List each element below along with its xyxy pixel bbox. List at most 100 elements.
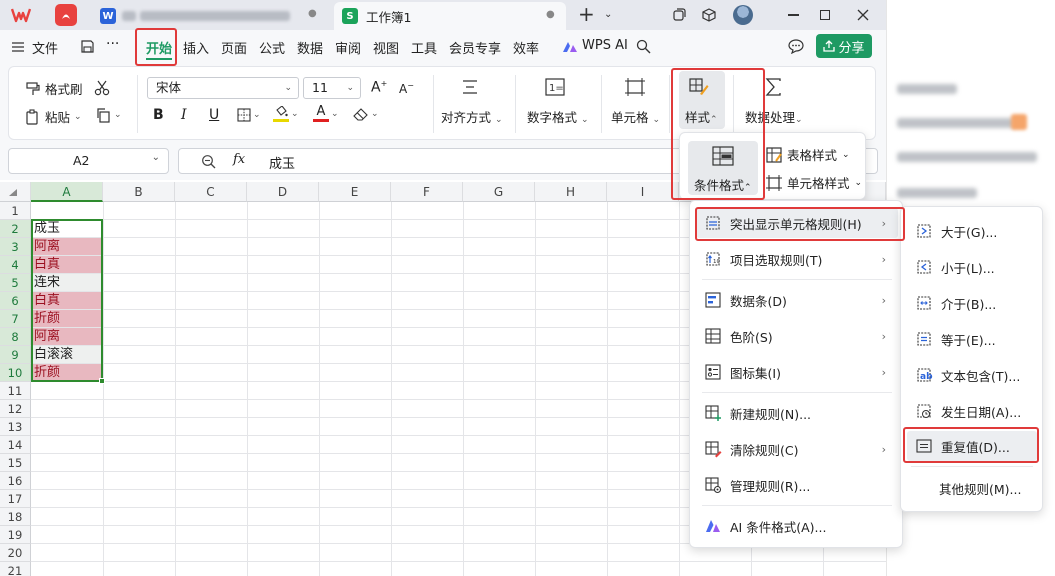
row-header-3[interactable]: 3 [0,238,31,256]
restore-window-icon[interactable] [664,0,694,30]
wps-logo-icon[interactable] [10,5,32,25]
chat-icon[interactable] [788,39,804,57]
hl-item-between[interactable]: 介于(B)... [915,288,1041,318]
row-header-6[interactable]: 6 [0,292,31,310]
hl-item-more-rules[interactable]: 其他规则(M)... [939,473,1039,503]
number-format-icon[interactable]: 1= [545,78,565,99]
style-button[interactable]: 样式⌃ [685,107,718,126]
row-header-16[interactable]: 16 [0,472,31,490]
avatar[interactable] [728,0,758,30]
menu-wps-ai[interactable]: WPS AI [582,38,628,53]
row-header-9[interactable]: 9 [0,346,31,364]
align-icon[interactable] [461,79,479,98]
fill-handle[interactable] [99,378,105,384]
cf-item-new-rule[interactable]: 新建规则(N)... [704,398,898,428]
minimize-icon[interactable] [778,0,808,30]
font-size-select[interactable]: 11 ⌄ [303,77,361,99]
cell-button[interactable]: 单元格 ⌄ [611,107,660,126]
clear-format-button[interactable]: ⌄ [353,107,379,121]
column-header-h[interactable]: H [535,182,607,202]
fx-icon[interactable]: fx [233,152,245,167]
italic-icon[interactable]: I [181,107,187,123]
column-header-i[interactable]: I [607,182,679,202]
row-header-7[interactable]: 7 [0,310,31,328]
hamburger-icon[interactable] [12,41,24,55]
column-header-d[interactable]: D [247,182,319,202]
zoom-search-icon[interactable] [201,154,216,169]
hl-item-text-contains[interactable]: ab 文本包含(T)... [915,360,1041,390]
row-header-13[interactable]: 13 [0,418,31,436]
format-painter-button[interactable]: 格式刷 [25,79,83,98]
name-box[interactable]: A2 ⌄ [8,148,169,174]
bold-icon[interactable]: B [153,107,164,123]
row-header-20[interactable]: 20 [0,544,31,562]
cf-item-ai-format[interactable]: AI 条件格式(A)... [704,511,898,541]
cube-icon[interactable] [694,0,724,30]
more-icon[interactable]: ··· [106,36,119,52]
row-header-18[interactable]: 18 [0,508,31,526]
new-tab-button[interactable]: + [578,2,595,26]
row-header-14[interactable]: 14 [0,436,31,454]
row-header-12[interactable]: 12 [0,400,31,418]
wps-ai-icon[interactable] [562,41,578,56]
font-color-button[interactable]: A ⌄ [313,105,339,122]
cf-item-manage-rules[interactable]: 管理规则(R)... [704,470,898,500]
cf-item-data-bars[interactable]: 数据条(D) › [704,285,898,315]
column-header-c[interactable]: C [175,182,247,202]
row-header-11[interactable]: 11 [0,382,31,400]
menu-data[interactable]: 数据 [297,38,323,57]
tab-close-dot[interactable]: ● [308,8,317,19]
copy-button[interactable]: ⌄ [95,107,122,123]
sigma-icon[interactable] [765,78,783,99]
row-header-5[interactable]: 5 [0,274,31,292]
hl-item-duplicate-values[interactable]: 重复值(D)... [915,431,1041,461]
paste-button[interactable]: 粘贴 ⌄ [25,107,82,126]
menu-insert[interactable]: 插入 [183,38,209,57]
cf-item-highlight-rules[interactable]: 突出显示单元格规则(H) › [704,208,898,238]
row-header-17[interactable]: 17 [0,490,31,508]
menu-page[interactable]: 页面 [221,38,247,57]
row-header-21[interactable]: 21 [0,562,31,576]
pdf-app-icon[interactable] [55,4,77,26]
cell-icon[interactable] [625,78,645,99]
align-button[interactable]: 对齐方式 ⌄ [441,107,503,126]
share-button[interactable]: 分享 [816,34,872,58]
number-format-button[interactable]: 数字格式 ⌄ [527,107,589,126]
row-header-10[interactable]: 10 [0,364,31,382]
select-all-corner[interactable] [0,182,31,202]
hl-item-date-occurring[interactable]: 发生日期(A)... [915,396,1041,426]
search-icon[interactable] [636,39,651,57]
conditional-format-button[interactable]: 条件格式⌃ [688,141,758,195]
hl-item-less-than[interactable]: 小于(L)... [915,252,1041,282]
chevron-down-icon[interactable]: ⌄ [604,9,612,20]
cf-item-color-scale[interactable]: 色阶(S) › [704,321,898,351]
row-header-15[interactable]: 15 [0,454,31,472]
hl-item-greater-than[interactable]: 大于(G)... [915,216,1041,246]
menu-home[interactable]: 开始 [146,38,172,57]
table-style-button[interactable]: 表格样式 ⌄ [766,145,850,164]
save-icon[interactable] [80,39,95,57]
column-header-g[interactable]: G [463,182,535,202]
cut-icon[interactable] [93,79,111,100]
menu-efficiency[interactable]: 效率 [513,38,539,57]
tab-document[interactable]: W ● [92,2,328,30]
row-header-19[interactable]: 19 [0,526,31,544]
underline-icon[interactable]: U [209,107,219,123]
menu-tools[interactable]: 工具 [411,38,437,57]
cf-item-top-rules[interactable]: 10 项目选取规则(T) › [704,244,898,274]
increase-font-icon[interactable]: A+ [371,79,387,96]
column-header-e[interactable]: E [319,182,391,202]
menu-member[interactable]: 会员专享 [449,38,501,57]
menu-review[interactable]: 审阅 [335,38,361,57]
fill-color-button[interactable]: ⌄ [273,106,299,122]
maximize-icon[interactable] [810,0,840,30]
decrease-font-icon[interactable]: A− [399,81,414,96]
row-header-4[interactable]: 4 [0,256,31,274]
font-name-select[interactable]: 宋体 ⌄ [147,77,299,99]
close-icon[interactable] [848,0,878,30]
tab-workbook[interactable]: S 工作簿1 ● [334,2,566,30]
row-header-8[interactable]: 8 [0,328,31,346]
row-header-1[interactable]: 1 [0,202,31,220]
column-header-a[interactable]: A [31,182,103,202]
menu-file[interactable]: 文件 [32,38,58,57]
